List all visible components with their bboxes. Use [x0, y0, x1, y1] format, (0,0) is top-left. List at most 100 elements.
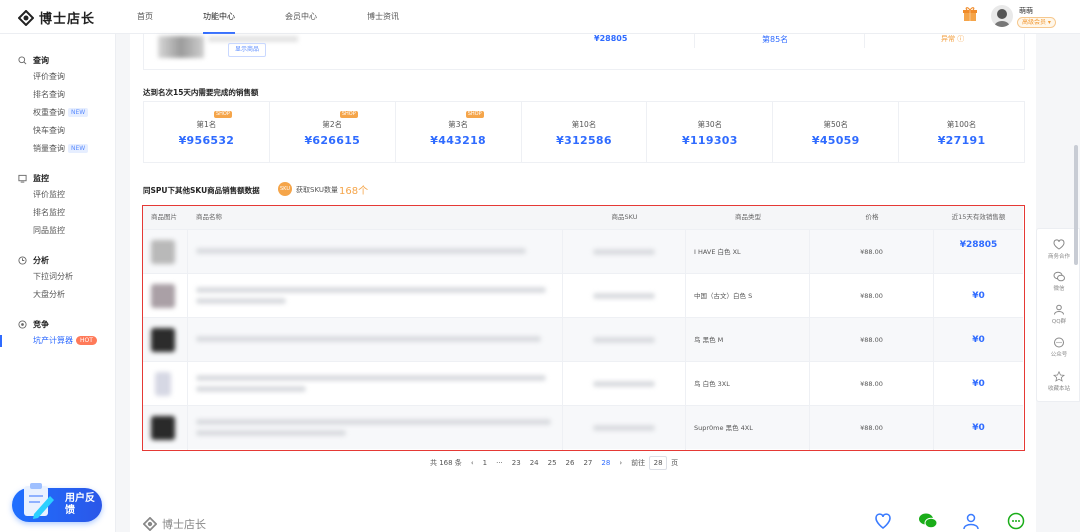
td-image: [143, 406, 188, 450]
goto-page-input[interactable]: 28: [649, 456, 668, 470]
nav-home[interactable]: 首页: [137, 0, 153, 34]
table-row[interactable]: I HAVE 白色 XL ¥88.00 ¥28805: [143, 229, 1023, 274]
gift-icon[interactable]: [962, 6, 978, 22]
page-28-current[interactable]: 28: [601, 459, 610, 467]
shop-tag: SHOP: [339, 111, 358, 118]
sidebar-item-label: 权重查询: [33, 108, 65, 117]
summary-status[interactable]: 异常 ⓘ: [941, 34, 964, 44]
td-sku: [563, 406, 686, 450]
sidebar-item-express-query[interactable]: 快车查询: [0, 122, 116, 140]
rank-value: ¥119303: [682, 134, 738, 147]
rank-label: 第1名: [196, 120, 217, 129]
sidebar-item-review-query[interactable]: 评价查询: [0, 68, 116, 86]
brand-logo[interactable]: 博士店长: [18, 8, 95, 27]
td-price: ¥88.00: [810, 362, 934, 406]
sidebar-item-similar-monitor[interactable]: 同品监控: [0, 222, 116, 240]
group-label: 监控: [33, 173, 49, 183]
page-1[interactable]: 1: [483, 459, 487, 467]
sidebar-group-competition: 竞争 坑产计算器 HOT: [0, 316, 116, 350]
td-type: I HAVE 白色 XL: [686, 230, 810, 274]
nav-news[interactable]: 博士资讯: [367, 0, 399, 34]
td-sales: ¥0: [972, 335, 985, 345]
prev-page-button[interactable]: ‹: [471, 459, 474, 467]
td-sales: ¥0: [972, 379, 985, 389]
td-name: [188, 406, 563, 450]
product-thumbnail: [158, 36, 204, 58]
wechat-icon[interactable]: [918, 512, 938, 530]
product-title-blurred: [208, 36, 298, 42]
member-level-dropdown[interactable]: 高级会员 ▾: [1017, 17, 1056, 28]
sku-blurred: [593, 249, 655, 255]
handshake-icon: [1053, 239, 1065, 250]
summary-rank: 第85名: [762, 35, 789, 44]
sidebar-item-review-monitor[interactable]: 评价监控: [0, 186, 116, 204]
float-official-account[interactable]: 公众号: [1037, 337, 1080, 358]
group-icon: [1054, 304, 1064, 315]
td-name: [188, 274, 563, 318]
group-title-monitor: 监控: [0, 170, 116, 186]
table-row[interactable]: 鸟 黑色 M ¥88.00 ¥0: [143, 317, 1023, 362]
table-row[interactable]: 中国（古文）白色 S ¥88.00 ¥0: [143, 273, 1023, 318]
sidebar-item-label: 坑产计算器: [33, 336, 73, 345]
shop-tag: SHOP: [465, 111, 484, 118]
product-name-blurred: [196, 386, 306, 392]
partner-icon[interactable]: [873, 512, 893, 530]
monitor-icon: [18, 174, 27, 183]
sidebar-group-analysis: 分析 下拉词分析 大盘分析: [0, 252, 116, 304]
th-image: 商品图片: [151, 213, 177, 221]
product-name-blurred: [196, 298, 286, 304]
sidebar-item-market-analysis[interactable]: 大盘分析: [0, 286, 116, 304]
td-name: [188, 362, 563, 406]
float-label: 公众号: [1050, 352, 1068, 358]
float-wechat[interactable]: 微信: [1037, 271, 1080, 292]
summary-sales: ¥28805: [594, 34, 628, 43]
td-sales: ¥0: [972, 291, 985, 301]
qq-group-icon[interactable]: [961, 512, 981, 530]
clipboard-pen-icon: [24, 483, 54, 519]
sku-blurred: [593, 381, 655, 387]
sidebar-item-weight-query[interactable]: 权重查询 NEW: [0, 104, 116, 122]
group-label: 竞争: [33, 319, 49, 329]
sidebar-item-dropdown-keyword[interactable]: 下拉词分析: [0, 268, 116, 286]
rank-targets: SHOP 第1名 ¥956532 SHOP 第2名 ¥626615 SHOP 第…: [143, 101, 1025, 163]
sku-blurred: [593, 337, 655, 343]
brand-logo-icon: [18, 9, 34, 26]
pagination-total: 共 168 条: [430, 459, 462, 467]
sidebar: 查询 评价查询 排名查询 权重查询 NEW 快车查询 销量查询 NEW 监控 评价监…: [0, 34, 116, 532]
td-image: [143, 230, 188, 274]
page-27[interactable]: 27: [583, 459, 592, 467]
page-26[interactable]: 26: [566, 459, 575, 467]
target-icon: [18, 319, 27, 329]
sidebar-item-pit-calculator[interactable]: 坑产计算器 HOT: [0, 332, 116, 350]
brand-name: 博士店长: [39, 12, 96, 27]
sidebar-item-sales-query[interactable]: 销量查询 NEW: [0, 140, 116, 158]
sidebar-item-label: 同品监控: [33, 226, 65, 235]
page-23[interactable]: 23: [512, 459, 521, 467]
page-24[interactable]: 24: [530, 459, 539, 467]
next-page-button[interactable]: ›: [619, 459, 622, 467]
star-icon: [1053, 371, 1065, 382]
nav-membership[interactable]: 会员中心: [285, 0, 317, 34]
rank-label: 第100名: [946, 120, 977, 129]
table-row[interactable]: 鸟 白色 3XL ¥88.00 ¥0: [143, 361, 1023, 406]
product-name-blurred: [196, 430, 346, 436]
user-feedback-button[interactable]: 用户反馈: [12, 483, 102, 522]
avatar[interactable]: [991, 5, 1013, 27]
float-bookmark[interactable]: 收藏本站: [1037, 371, 1080, 392]
page-25[interactable]: 25: [548, 459, 557, 467]
sidebar-item-rank-query[interactable]: 排名查询: [0, 86, 116, 104]
sidebar-item-label: 评价查询: [33, 72, 65, 81]
scrollbar-thumb[interactable]: [1074, 145, 1078, 265]
td-type: 鸟 黑色 M: [686, 318, 810, 362]
float-qq-group[interactable]: QQ群: [1037, 304, 1080, 325]
td-sku: [563, 362, 686, 406]
show-product-button[interactable]: 显示商品: [228, 43, 267, 57]
rank-cell: 第100名 ¥27191: [899, 102, 1024, 162]
official-account-icon[interactable]: [1006, 512, 1026, 530]
sidebar-group-monitor: 监控 评价监控 排名监控 同品监控: [0, 170, 116, 240]
nav-features[interactable]: 功能中心: [203, 0, 235, 34]
table-row[interactable]: Supr0me 黑色 4XL ¥88.00 ¥0: [143, 405, 1023, 450]
sidebar-item-rank-monitor[interactable]: 排名监控: [0, 204, 116, 222]
page-ellipsis[interactable]: ···: [496, 459, 503, 467]
product-thumbnail: [151, 328, 175, 352]
